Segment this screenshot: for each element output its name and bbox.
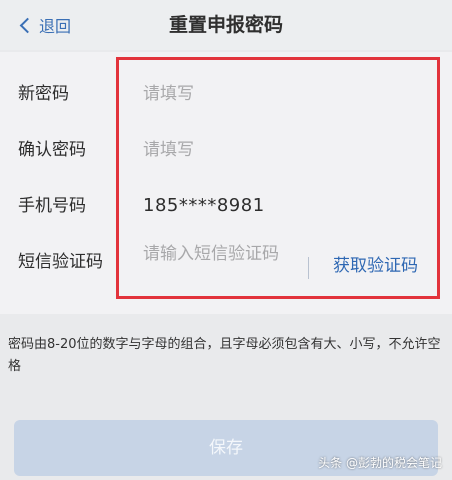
new-password-label: 新密码 (18, 84, 69, 104)
password-rule-hint: 密码由8-20位的数字与字母的组合，且字母必须包含有大、小写，不允许空格 (8, 337, 441, 374)
phone-label: 手机号码 (18, 196, 86, 216)
sms-code-label: 短信验证码 (18, 252, 103, 272)
confirm-password-label: 确认密码 (18, 140, 86, 160)
page-title: 重置申报密码 (168, 14, 283, 36)
watermark: 头条 @彭勃的税会笔记 (318, 456, 442, 470)
nav-bar: 退回 重置申报密码 (0, 0, 452, 50)
highlight-frame (116, 57, 440, 299)
